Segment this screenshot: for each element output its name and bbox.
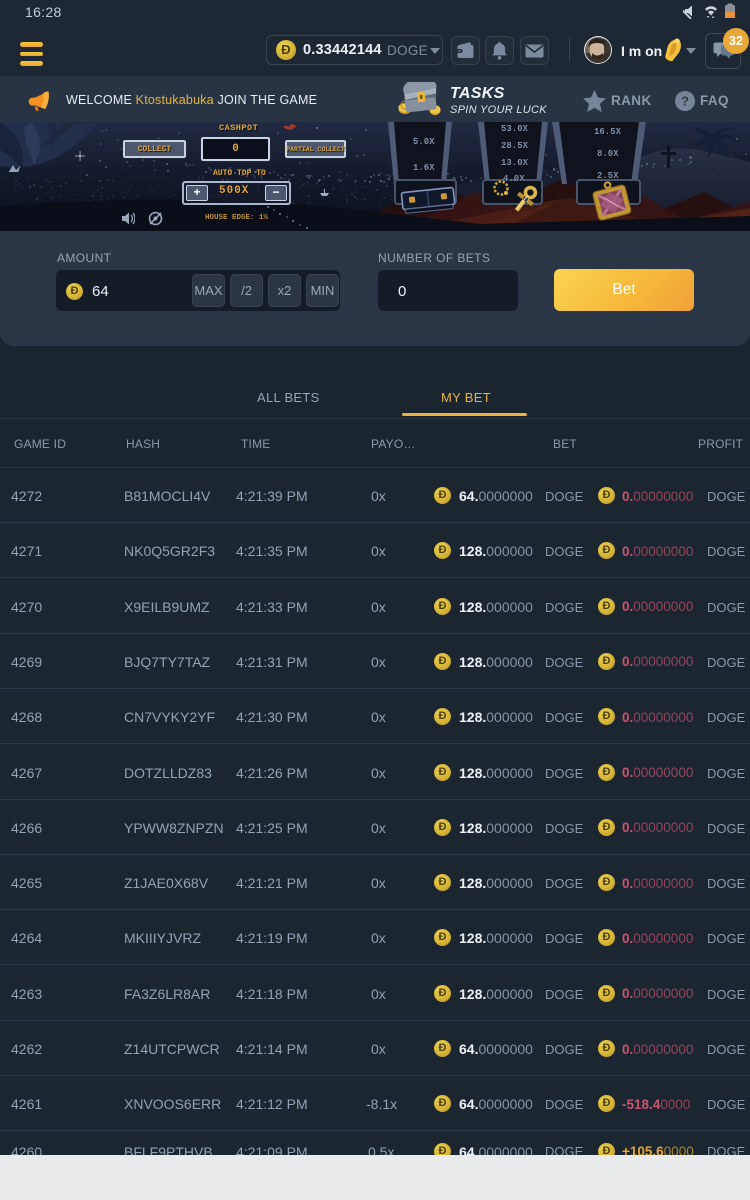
svg-text:?: ? xyxy=(681,94,689,109)
